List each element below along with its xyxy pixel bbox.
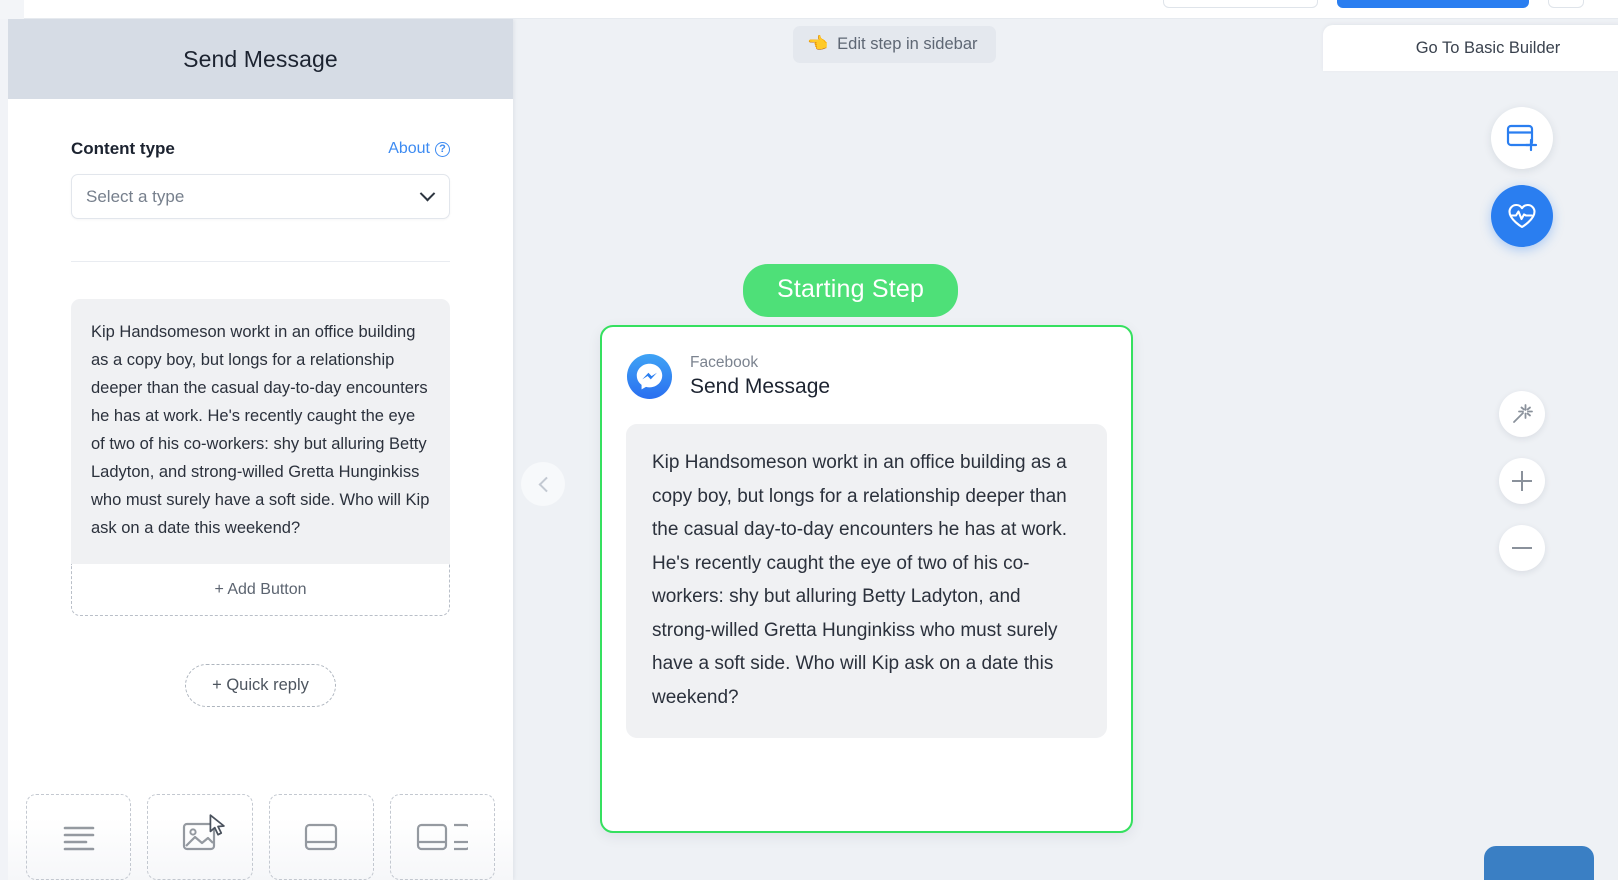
gallery-icon <box>417 823 469 851</box>
starting-step-label: Starting Step <box>777 275 925 303</box>
add-button-label: + Add Button <box>214 580 307 598</box>
about-link[interactable]: About ? <box>388 140 450 158</box>
step-card-titles: Facebook Send Message <box>690 353 830 400</box>
chevron-down-icon <box>419 185 436 202</box>
app-header <box>0 0 1618 19</box>
minus-icon <box>1512 547 1532 549</box>
chevron-left-icon <box>538 476 554 492</box>
about-link-label: About <box>388 140 430 157</box>
gallery-block-tool[interactable] <box>389 794 495 880</box>
text-lines-icon <box>63 826 94 851</box>
pointing-hand-icon: 👈 <box>807 34 829 53</box>
step-card-platform: Facebook <box>690 354 759 372</box>
message-text-editor[interactable]: Kip Handsomeson workt in an office build… <box>71 299 450 564</box>
message-block: Kip Handsomeson workt in an office build… <box>71 299 450 616</box>
facebook-messenger-icon <box>626 353 673 400</box>
support-chat-widget[interactable] <box>1484 846 1594 880</box>
step-editor-sidebar: Send Message Content type About ? Select… <box>8 19 513 880</box>
zoom-out-button[interactable] <box>1499 525 1545 571</box>
question-circle-icon: ? <box>435 141 450 157</box>
content-type-label: Content type <box>71 139 175 158</box>
tab-go-to-basic-builder[interactable]: Go To Basic Builder <box>1323 25 1618 71</box>
header-square-button[interactable] <box>1548 0 1584 8</box>
step-card-title: Send Message <box>690 374 831 398</box>
card-block-tool[interactable] <box>268 794 374 880</box>
magic-wand-icon <box>1513 404 1533 423</box>
edit-step-hint[interactable]: 👈 Edit step in sidebar <box>793 26 996 63</box>
step-card[interactable]: Facebook Send Message Kip Handsomeson wo… <box>600 325 1133 833</box>
header-primary-button[interactable] <box>1337 0 1529 8</box>
app-root: Send Message Content type About ? Select… <box>0 0 1618 880</box>
step-card-message-bubble[interactable]: Kip Handsomeson workt in an office build… <box>626 424 1107 738</box>
flow-health-button[interactable] <box>1491 185 1553 247</box>
quick-reply-wrap: + Quick reply <box>71 664 450 707</box>
mouse-cursor-icon <box>209 814 225 837</box>
step-card-header: Facebook Send Message <box>602 327 1131 400</box>
add-quick-reply-button[interactable]: + Quick reply <box>185 664 336 707</box>
sidebar-body: Content type About ? Select a type Kip H… <box>8 99 513 880</box>
content-block-toolbar <box>8 776 513 880</box>
content-type-row: Content type About ? <box>71 99 450 159</box>
sidebar-header: Send Message <box>8 19 513 99</box>
sidebar-title: Send Message <box>183 45 338 72</box>
header-outline-button[interactable] <box>1163 0 1318 8</box>
content-type-select[interactable]: Select a type <box>71 174 450 219</box>
flow-canvas[interactable]: 👈 Edit step in sidebar Go To Basic Build… <box>513 19 1618 880</box>
plus-icon <box>1512 471 1532 491</box>
image-block-tool[interactable] <box>147 794 253 880</box>
card-icon <box>305 823 338 851</box>
step-card-message-text: Kip Handsomeson workt in an office build… <box>652 452 1068 708</box>
header-left-spacer <box>0 0 24 19</box>
auto-arrange-button[interactable] <box>1499 391 1545 437</box>
quick-reply-label: + Quick reply <box>212 676 309 694</box>
zoom-in-button[interactable] <box>1499 458 1545 504</box>
add-button-button[interactable]: + Add Button <box>71 564 450 616</box>
add-card-icon <box>1506 124 1538 152</box>
collapse-sidebar-button[interactable] <box>521 462 565 506</box>
message-text: Kip Handsomeson workt in an office build… <box>91 323 430 537</box>
content-type-select-value: Select a type <box>86 186 185 206</box>
sidebar-divider <box>71 261 450 262</box>
edit-step-hint-label: Edit step in sidebar <box>837 34 978 53</box>
tab-go-to-basic-builder-label: Go To Basic Builder <box>1415 38 1561 57</box>
text-block-tool[interactable] <box>26 794 132 880</box>
add-step-button[interactable] <box>1491 107 1553 169</box>
starting-step-pill[interactable]: Starting Step <box>743 264 959 317</box>
sidebar-rail <box>0 19 8 880</box>
heart-pulse-icon <box>1508 203 1536 229</box>
